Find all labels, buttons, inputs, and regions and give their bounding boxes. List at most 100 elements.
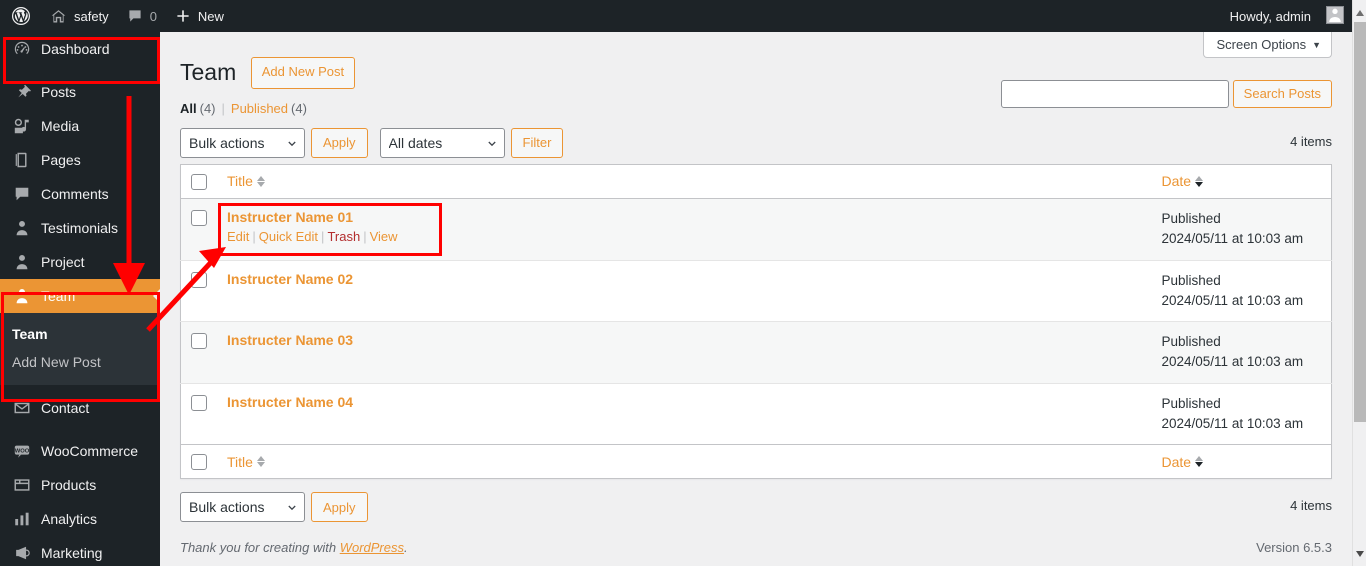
sidebar-item-comments[interactable]: Comments [0, 177, 160, 211]
sort-indicator-date[interactable] [1195, 175, 1204, 187]
sidebar-item-label: Products [41, 477, 97, 493]
search-posts-button[interactable]: Search Posts [1232, 80, 1332, 108]
sidebar-item-analytics[interactable]: Analytics [0, 502, 160, 536]
select-all-checkbox-bottom[interactable] [191, 454, 207, 471]
table-row[interactable]: Instructer Name 01 Edit | Quick Edit | Trash… [180, 198, 1332, 261]
select-all-footer [180, 444, 217, 479]
row-checkbox-cell [180, 321, 217, 384]
post-title-link[interactable]: Instructer Name 04 [227, 394, 353, 410]
sidebar-item-label: WooCommerce [41, 443, 138, 459]
post-title-link[interactable]: Instructer Name 01 [227, 209, 353, 225]
user-icon [12, 252, 32, 272]
footer-thanks-suffix: . [404, 540, 408, 556]
items-count-top: 4 items [1290, 133, 1332, 149]
sidebar-item-dashboard[interactable]: Dashboard [0, 32, 160, 66]
row-title-cell: Instructer Name 04 Edit|Quick Edit|Trash… [217, 383, 1152, 446]
date-filter-select-wrapper: All dates [379, 127, 505, 158]
sort-indicator-title[interactable] [256, 175, 265, 187]
page-scrollbar[interactable] [1352, 0, 1366, 566]
my-account-button[interactable]: Howdy, admin [1221, 0, 1352, 32]
screen-options-button[interactable]: Screen Options ▼ [1203, 32, 1332, 58]
select-all-checkbox-top[interactable] [191, 174, 207, 191]
avatar [1318, 6, 1344, 26]
date-filter-select[interactable]: All dates [379, 127, 505, 158]
row-date-cell: Published 2024/05/11 at 10:03 am [1151, 260, 1332, 323]
footer-thanks: Thank you for creating with WordPress. [180, 540, 408, 555]
new-content-label: New [197, 8, 224, 24]
comment-bubble-icon [127, 8, 143, 24]
new-content-button[interactable]: New [166, 0, 233, 32]
sidebar-item-label: Project [41, 254, 85, 270]
filter-published-link[interactable]: Published [231, 101, 288, 116]
trash-link[interactable]: Trash [327, 229, 360, 244]
scrollbar-thumb[interactable] [1354, 22, 1366, 422]
table-row[interactable]: Instructer Name 04 Edit|Quick Edit|Trash… [180, 383, 1332, 446]
sort-asc-icon [1195, 175, 1204, 181]
apply-bulk-action-button[interactable]: Apply [311, 127, 368, 158]
column-title-label: Title [227, 173, 253, 190]
comment-icon [12, 184, 32, 204]
comments-button[interactable]: 0 [118, 0, 166, 32]
row-checkbox-cell [180, 383, 217, 446]
add-new-post-button[interactable]: Add New Post [250, 57, 356, 89]
view-link[interactable]: View [370, 229, 398, 244]
sort-desc-icon [256, 181, 265, 187]
column-footer-title[interactable]: Title [217, 444, 1152, 479]
bulk-actions-select[interactable]: Bulk actions [180, 127, 305, 158]
column-header-date[interactable]: Date [1151, 164, 1332, 200]
row-checkbox[interactable] [191, 333, 207, 350]
row-title-cell: Instructer Name 01 Edit | Quick Edit | Trash… [217, 198, 1152, 261]
media-icon [12, 116, 32, 136]
table-foot: Title Date [180, 444, 1332, 479]
post-title-link[interactable]: Instructer Name 02 [227, 271, 353, 287]
table-row[interactable]: Instructer Name 02 Edit|Quick Edit|Trash… [180, 260, 1332, 323]
post-date: 2024/05/11 at 10:03 am [1161, 231, 1304, 247]
edit-link[interactable]: Edit [227, 229, 249, 244]
apply-bulk-action-button-bottom[interactable]: Apply [311, 492, 368, 523]
sidebar-item-media[interactable]: Media [0, 109, 160, 143]
submenu-item-add-new-post[interactable]: Add New Post [0, 348, 160, 376]
sidebar-item-project[interactable]: Project [0, 245, 160, 279]
post-status: Published [1161, 272, 1221, 288]
sidebar-item-label: Analytics [41, 511, 98, 527]
search-input[interactable] [1000, 80, 1229, 108]
post-status: Published [1161, 211, 1221, 227]
sidebar-item-contact[interactable]: Contact [0, 391, 160, 425]
sidebar-item-products[interactable]: Products [0, 468, 160, 502]
home-icon [50, 8, 67, 25]
wordpress-logo-button[interactable] [0, 0, 41, 32]
row-checkbox[interactable] [191, 271, 207, 288]
row-title-cell: Instructer Name 03 Edit|Quick Edit|Trash… [217, 321, 1152, 384]
submenu-item-team[interactable]: Team [0, 320, 160, 348]
svg-text:WOO: WOO [15, 448, 30, 454]
scroll-down-arrow-icon[interactable] [1356, 551, 1364, 557]
sort-indicator-title[interactable] [256, 456, 265, 468]
column-footer-date[interactable]: Date [1151, 444, 1332, 479]
sort-indicator-date[interactable] [1195, 456, 1204, 468]
row-date-cell: Published 2024/05/11 at 10:03 am [1151, 198, 1332, 261]
sidebar-item-pages[interactable]: Pages [0, 143, 160, 177]
bulk-actions-select-wrapper: Bulk actions [180, 127, 305, 158]
filter-button[interactable]: Filter [510, 127, 564, 158]
bulk-actions-select-bottom[interactable]: Bulk actions [180, 492, 305, 523]
column-header-title[interactable]: Title [217, 164, 1152, 200]
table-row[interactable]: Instructer Name 03 Edit|Quick Edit|Trash… [180, 321, 1332, 384]
sidebar-submenu-team: Team Add New Post [0, 313, 160, 385]
sidebar-item-posts[interactable]: Posts [0, 75, 160, 109]
scroll-up-arrow-icon[interactable] [1356, 10, 1364, 16]
sidebar-item-team[interactable]: Team [0, 279, 161, 313]
quick-edit-link[interactable]: Quick Edit [259, 229, 318, 244]
sidebar-item-marketing[interactable]: Marketing [0, 536, 160, 566]
row-checkbox[interactable] [191, 210, 207, 227]
sidebar-item-testimonials[interactable]: Testimonials [0, 211, 160, 245]
site-name-label: safety [74, 8, 109, 24]
filter-all-link[interactable]: All [180, 101, 197, 116]
table-body: Instructer Name 01 Edit | Quick Edit | Trash… [180, 198, 1332, 446]
sidebar-item-woocommerce[interactable]: WOO WooCommerce [0, 434, 160, 468]
row-checkbox[interactable] [191, 394, 207, 411]
site-name-button[interactable]: safety [41, 0, 118, 32]
admin-footer: Thank you for creating with WordPress. V… [180, 540, 1332, 555]
column-date-label: Date [1161, 453, 1192, 470]
wordpress-link[interactable]: WordPress [340, 540, 404, 555]
post-title-link[interactable]: Instructer Name 03 [227, 332, 353, 348]
